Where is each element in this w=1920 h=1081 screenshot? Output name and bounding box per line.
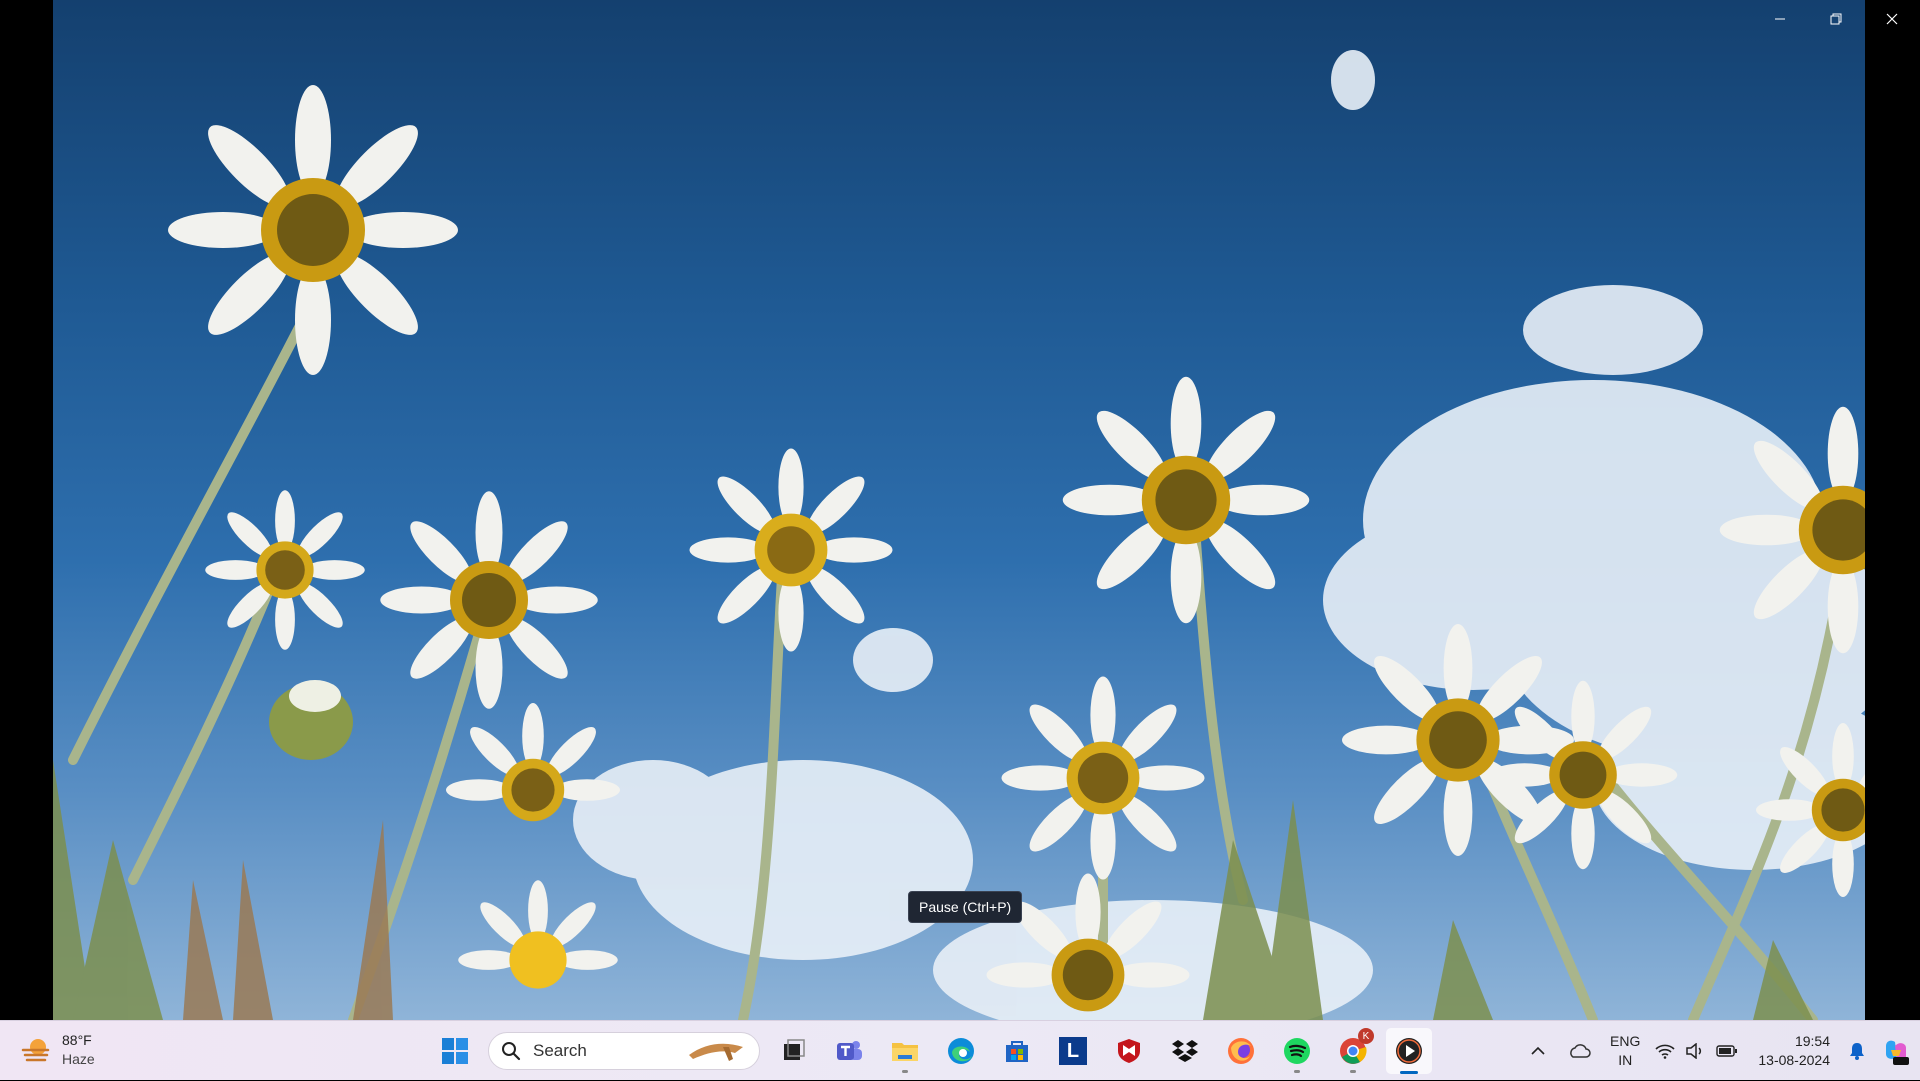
network-button[interactable] bbox=[1650, 1021, 1680, 1081]
taskbar-chrome[interactable]: K bbox=[1330, 1028, 1376, 1074]
store-icon bbox=[1006, 1041, 1028, 1062]
bell-icon bbox=[1850, 1043, 1864, 1060]
task-view-icon bbox=[784, 1039, 805, 1060]
cloud-icon bbox=[1570, 1044, 1591, 1058]
minimize-button[interactable] bbox=[1752, 0, 1808, 38]
weather-widget[interactable]: 88°F Haze bbox=[20, 1031, 95, 1069]
taskbar-media-player[interactable] bbox=[1386, 1028, 1432, 1074]
windows-logo-icon bbox=[442, 1038, 468, 1064]
daisy-field-image bbox=[53, 50, 1865, 1020]
taskbar-mcafee[interactable] bbox=[1106, 1028, 1152, 1074]
taskbar-file-explorer[interactable] bbox=[882, 1028, 928, 1074]
wifi-icon bbox=[1655, 1044, 1675, 1059]
active-indicator bbox=[1400, 1071, 1418, 1074]
battery-icon bbox=[1716, 1045, 1738, 1057]
running-indicator bbox=[902, 1070, 908, 1073]
taskbar-dropbox[interactable] bbox=[1162, 1028, 1208, 1074]
close-button[interactable] bbox=[1864, 0, 1920, 38]
video-frame[interactable] bbox=[53, 0, 1865, 1020]
show-hidden-icons-button[interactable] bbox=[1518, 1021, 1558, 1081]
copilot-icon bbox=[1886, 1040, 1909, 1065]
chevron-up-icon bbox=[1531, 1046, 1545, 1055]
media-player-window[interactable]: Pause (Ctrl+P) bbox=[0, 0, 1920, 1020]
language-code: ENG bbox=[1610, 1033, 1641, 1049]
taskbar: 88°F Haze Search L K ENG IN 19:54 13-08-… bbox=[0, 1020, 1920, 1080]
taskbar-spotify[interactable] bbox=[1274, 1028, 1320, 1074]
taskbar-edge[interactable] bbox=[938, 1028, 984, 1074]
l-app-icon: L bbox=[1059, 1037, 1087, 1065]
taskbar-teams[interactable] bbox=[826, 1028, 872, 1074]
mcafee-icon bbox=[1118, 1039, 1140, 1063]
restore-icon bbox=[1830, 13, 1842, 25]
taskbar-firefox[interactable] bbox=[1218, 1028, 1264, 1074]
haze-sun-icon bbox=[21, 1039, 50, 1062]
taskbar-store[interactable] bbox=[994, 1028, 1040, 1074]
dropbox-icon bbox=[1172, 1040, 1198, 1062]
taskbar-l-app[interactable]: L bbox=[1050, 1028, 1096, 1074]
system-tray: ENG IN 19:54 13-08-2024 bbox=[1518, 1021, 1920, 1081]
running-indicator bbox=[1294, 1070, 1300, 1073]
notifications-button[interactable] bbox=[1842, 1021, 1872, 1081]
chrome-profile-badge: K bbox=[1358, 1028, 1374, 1044]
minimize-icon bbox=[1775, 18, 1785, 20]
speaker-icon bbox=[1686, 1043, 1702, 1059]
volume-button[interactable] bbox=[1680, 1021, 1710, 1081]
search-placeholder: Search bbox=[533, 1041, 587, 1060]
task-view-button[interactable] bbox=[770, 1028, 816, 1074]
running-indicator bbox=[1350, 1070, 1356, 1073]
search-icon bbox=[502, 1042, 521, 1061]
taskbar-search[interactable]: Search bbox=[488, 1032, 760, 1070]
edge-icon bbox=[948, 1038, 974, 1064]
media-player-icon bbox=[1396, 1038, 1422, 1064]
weather-condition: Haze bbox=[62, 1051, 95, 1067]
firefox-icon bbox=[1228, 1038, 1254, 1064]
battery-button[interactable] bbox=[1710, 1021, 1744, 1081]
taskbar-apps: Search L K bbox=[432, 1028, 1432, 1074]
weather-temperature: 88°F bbox=[62, 1032, 92, 1048]
folder-icon bbox=[892, 1043, 918, 1061]
onedrive-button[interactable] bbox=[1558, 1021, 1600, 1081]
language-indicator[interactable]: ENG IN bbox=[1610, 1032, 1640, 1070]
chrome-badge-label: K bbox=[1362, 1030, 1370, 1042]
clock-date: 13-08-2024 bbox=[1758, 1052, 1830, 1068]
clock-time: 19:54 bbox=[1794, 1033, 1830, 1049]
restore-button[interactable] bbox=[1808, 0, 1864, 38]
spotify-icon bbox=[1284, 1038, 1310, 1064]
window-controls bbox=[1752, 0, 1920, 38]
l-app-label: L bbox=[1066, 1039, 1080, 1062]
teams-icon bbox=[837, 1041, 862, 1060]
close-icon bbox=[1886, 13, 1898, 25]
clock[interactable]: 19:54 13-08-2024 bbox=[1758, 1032, 1830, 1070]
copilot-button[interactable] bbox=[1872, 1021, 1920, 1081]
search-highlight-icon bbox=[689, 1043, 743, 1061]
pause-tooltip: Pause (Ctrl+P) bbox=[908, 891, 1023, 923]
start-button[interactable] bbox=[432, 1028, 478, 1074]
language-region: IN bbox=[1618, 1052, 1633, 1068]
